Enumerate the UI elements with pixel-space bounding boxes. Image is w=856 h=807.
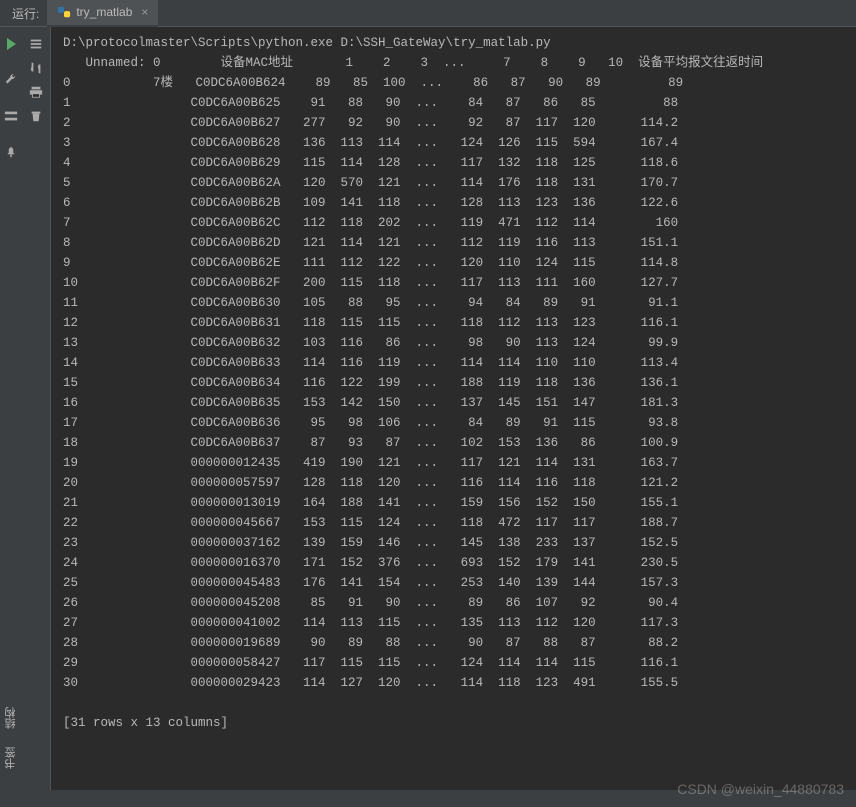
run-tool-gutter bbox=[0, 27, 22, 790]
tool-column-1 bbox=[22, 27, 51, 790]
pin-icon[interactable] bbox=[2, 143, 20, 161]
list-icon[interactable] bbox=[27, 35, 45, 53]
wrench-icon[interactable] bbox=[2, 71, 20, 89]
close-icon[interactable]: × bbox=[141, 5, 148, 19]
layout-icon[interactable] bbox=[2, 107, 20, 125]
side-tabs: 书签 结构 bbox=[0, 699, 22, 777]
python-file-icon bbox=[57, 5, 71, 19]
main-area: D:\protocolmaster\Scripts\python.exe D:\… bbox=[0, 27, 856, 790]
run-label: 运行: bbox=[4, 5, 47, 22]
run-icon[interactable] bbox=[2, 35, 20, 53]
sort-icon[interactable] bbox=[27, 59, 45, 77]
file-tab[interactable]: try_matlab × bbox=[47, 0, 158, 27]
trash-icon[interactable] bbox=[27, 107, 45, 125]
bookmarks-tab[interactable]: 书签 bbox=[2, 743, 20, 773]
run-tab-bar: 运行: try_matlab × bbox=[0, 0, 856, 27]
print-icon[interactable] bbox=[27, 83, 45, 101]
console-text: D:\protocolmaster\Scripts\python.exe D:\… bbox=[63, 33, 848, 733]
structure-tab[interactable]: 结构 bbox=[2, 703, 20, 733]
console-output[interactable]: D:\protocolmaster\Scripts\python.exe D:\… bbox=[51, 27, 856, 790]
file-tab-label: try_matlab bbox=[76, 5, 132, 19]
